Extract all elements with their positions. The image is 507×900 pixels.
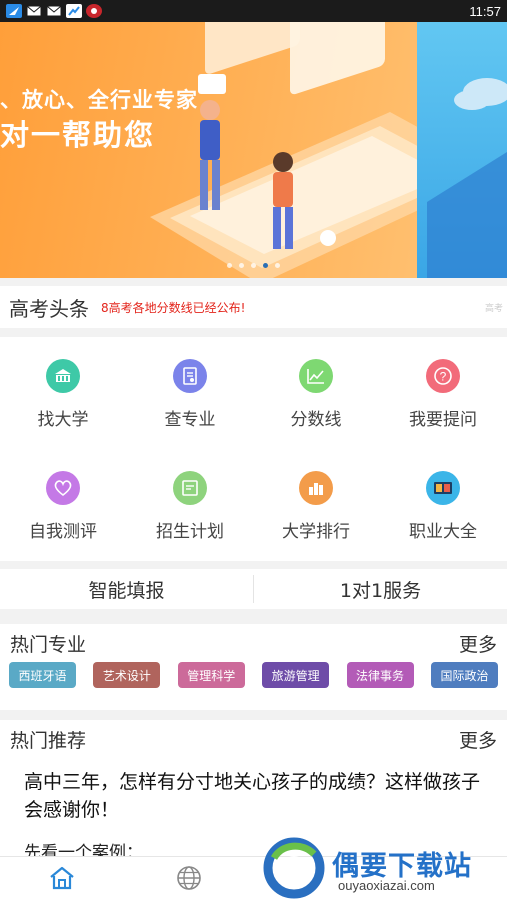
major-tag[interactable]: 管理科学: [177, 662, 245, 688]
hot-majors-header: 热门专业 更多: [0, 624, 507, 662]
document-icon: [173, 359, 207, 393]
category-label: 自我测评: [29, 522, 97, 542]
heart-icon: [46, 471, 80, 505]
major-tag[interactable]: 艺术设计: [93, 662, 161, 688]
category-label: 查专业: [164, 410, 216, 430]
major-tag[interactable]: 法律事务: [346, 662, 414, 688]
pagination-dot[interactable]: [251, 263, 256, 268]
news-ticker-next: 高考: [484, 303, 503, 314]
category-label: 招生计划: [156, 522, 224, 542]
news-ticker[interactable]: 高考头条 8高考各地分数线已经公布! 高考: [0, 286, 507, 328]
category-career-guide[interactable]: 职业大全: [380, 449, 506, 561]
site-watermark: 偶要下载站 ouyaoxiazai.com: [262, 836, 507, 900]
category-search-major[interactable]: 查专业: [127, 337, 253, 449]
pagination-dot[interactable]: [275, 263, 280, 268]
category-ask-question[interactable]: ? 我要提问: [380, 337, 506, 449]
category-self-assessment[interactable]: 自我测评: [0, 449, 126, 561]
university-icon: [46, 359, 80, 393]
category-label: 分数线: [290, 410, 342, 430]
bug-icon: [86, 4, 102, 18]
app-icon: [6, 4, 22, 18]
section-title: 热门专业: [10, 633, 87, 656]
banner-next-slide: [417, 22, 507, 278]
watermark-url: ouyaoxiazai.com: [338, 878, 435, 893]
promo-banner[interactable]: 、放心、全行业专家 对一帮助您: [0, 22, 507, 278]
section-title: 热门推荐: [10, 729, 87, 752]
news-ticker-item[interactable]: 8高考各地分数线已经公布!: [101, 299, 245, 316]
svg-text:?: ?: [440, 370, 447, 384]
watermark-logo-icon: [263, 837, 325, 899]
article-title[interactable]: 高中三年，怎样有分寸地关心孩子的成绩？这样做孩子会感谢你！: [0, 758, 507, 824]
chart-icon: [66, 4, 82, 18]
more-link[interactable]: 更多: [459, 726, 497, 753]
major-tag[interactable]: 旅游管理: [262, 662, 330, 688]
more-link[interactable]: 更多: [459, 630, 497, 657]
globe-icon[interactable]: [174, 863, 204, 893]
category-label: 职业大全: [409, 522, 477, 542]
banner-pagination: [0, 263, 507, 268]
bar-chart-icon: [299, 471, 333, 505]
cloud-icon: [427, 78, 507, 278]
major-tag-list: 西班牙语 艺术设计 管理科学 旅游管理 法律事务 国际政治: [0, 662, 507, 688]
category-score-line[interactable]: 分数线: [253, 337, 379, 449]
notification-icons: [6, 4, 102, 18]
category-find-university[interactable]: 找大学: [0, 337, 126, 449]
pagination-dot[interactable]: [239, 263, 244, 268]
pagination-dot[interactable]: [227, 263, 232, 268]
smart-fill-button[interactable]: 智能填报: [0, 569, 253, 609]
category-label: 大学排行: [282, 522, 350, 542]
home-icon[interactable]: [47, 863, 77, 893]
category-label: 我要提问: [409, 410, 477, 430]
hot-majors-section: 热门专业 更多 西班牙语 艺术设计 管理科学 旅游管理 法律事务 国际政治: [0, 624, 507, 710]
app-screen: 11:57 、放心、全行业专家 对一帮助您 高考头条 8高考各地分数线已经公布!…: [0, 0, 507, 900]
category-university-ranking[interactable]: 大学排行: [253, 449, 379, 561]
mail-icon: [46, 4, 62, 18]
banner-headline-1: 、放心、全行业专家: [0, 88, 198, 112]
banner-headline-2: 对一帮助您: [0, 118, 156, 152]
line-chart-icon: [299, 359, 333, 393]
recommend-header: 热门推荐 更多: [0, 720, 507, 758]
question-icon: ?: [426, 359, 460, 393]
one-on-one-service-button[interactable]: 1对1服务: [254, 569, 507, 609]
mail-icon: [26, 4, 42, 18]
major-tag[interactable]: 国际政治: [430, 662, 498, 688]
category-grid: 找大学 查专业 分数线 ? 我要提问 自我测评 招生计划 大学排行 职业大全: [0, 337, 507, 561]
category-label: 找大学: [37, 410, 89, 430]
news-ticker-title: 高考头条: [9, 296, 89, 321]
status-bar: 11:57: [0, 0, 507, 22]
book-icon: [426, 471, 460, 505]
service-action-bar: 智能填报 1对1服务: [0, 569, 507, 609]
major-tag[interactable]: 西班牙语: [9, 662, 76, 688]
category-enrollment-plan[interactable]: 招生计划: [127, 449, 253, 561]
plan-icon: [173, 471, 207, 505]
pagination-dot-active[interactable]: [263, 263, 268, 268]
status-time: 11:57: [469, 3, 501, 19]
